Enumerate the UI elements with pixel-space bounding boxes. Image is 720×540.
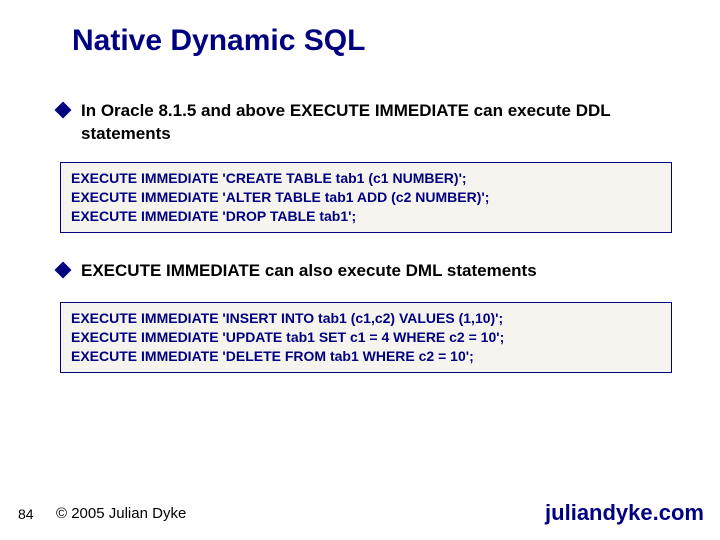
diamond-bullet-icon <box>55 102 72 119</box>
slide-number: 84 <box>18 506 34 522</box>
copyright-text: © 2005 Julian Dyke <box>56 505 186 522</box>
code-line: EXECUTE IMMEDIATE 'INSERT INTO tab1 (c1,… <box>71 309 661 328</box>
code-box-ddl: EXECUTE IMMEDIATE 'CREATE TABLE tab1 (c1… <box>60 162 672 233</box>
site-url: juliandyke.com <box>545 500 704 526</box>
diamond-bullet-icon <box>55 262 72 279</box>
code-line: EXECUTE IMMEDIATE 'DROP TABLE tab1'; <box>71 207 661 226</box>
code-line: EXECUTE IMMEDIATE 'ALTER TABLE tab1 ADD … <box>71 188 661 207</box>
code-line: EXECUTE IMMEDIATE 'DELETE FROM tab1 WHER… <box>71 347 661 366</box>
slide-title: Native Dynamic SQL <box>72 24 365 58</box>
code-box-dml: EXECUTE IMMEDIATE 'INSERT INTO tab1 (c1,… <box>60 302 672 373</box>
bullet-ddl-text: In Oracle 8.1.5 and above EXECUTE IMMEDI… <box>81 100 680 146</box>
bullet-dml-text: EXECUTE IMMEDIATE can also execute DML s… <box>81 260 537 283</box>
bullet-ddl: In Oracle 8.1.5 and above EXECUTE IMMEDI… <box>57 100 680 146</box>
bullet-dml: EXECUTE IMMEDIATE can also execute DML s… <box>57 260 680 283</box>
code-line: EXECUTE IMMEDIATE 'UPDATE tab1 SET c1 = … <box>71 328 661 347</box>
code-line: EXECUTE IMMEDIATE 'CREATE TABLE tab1 (c1… <box>71 169 661 188</box>
